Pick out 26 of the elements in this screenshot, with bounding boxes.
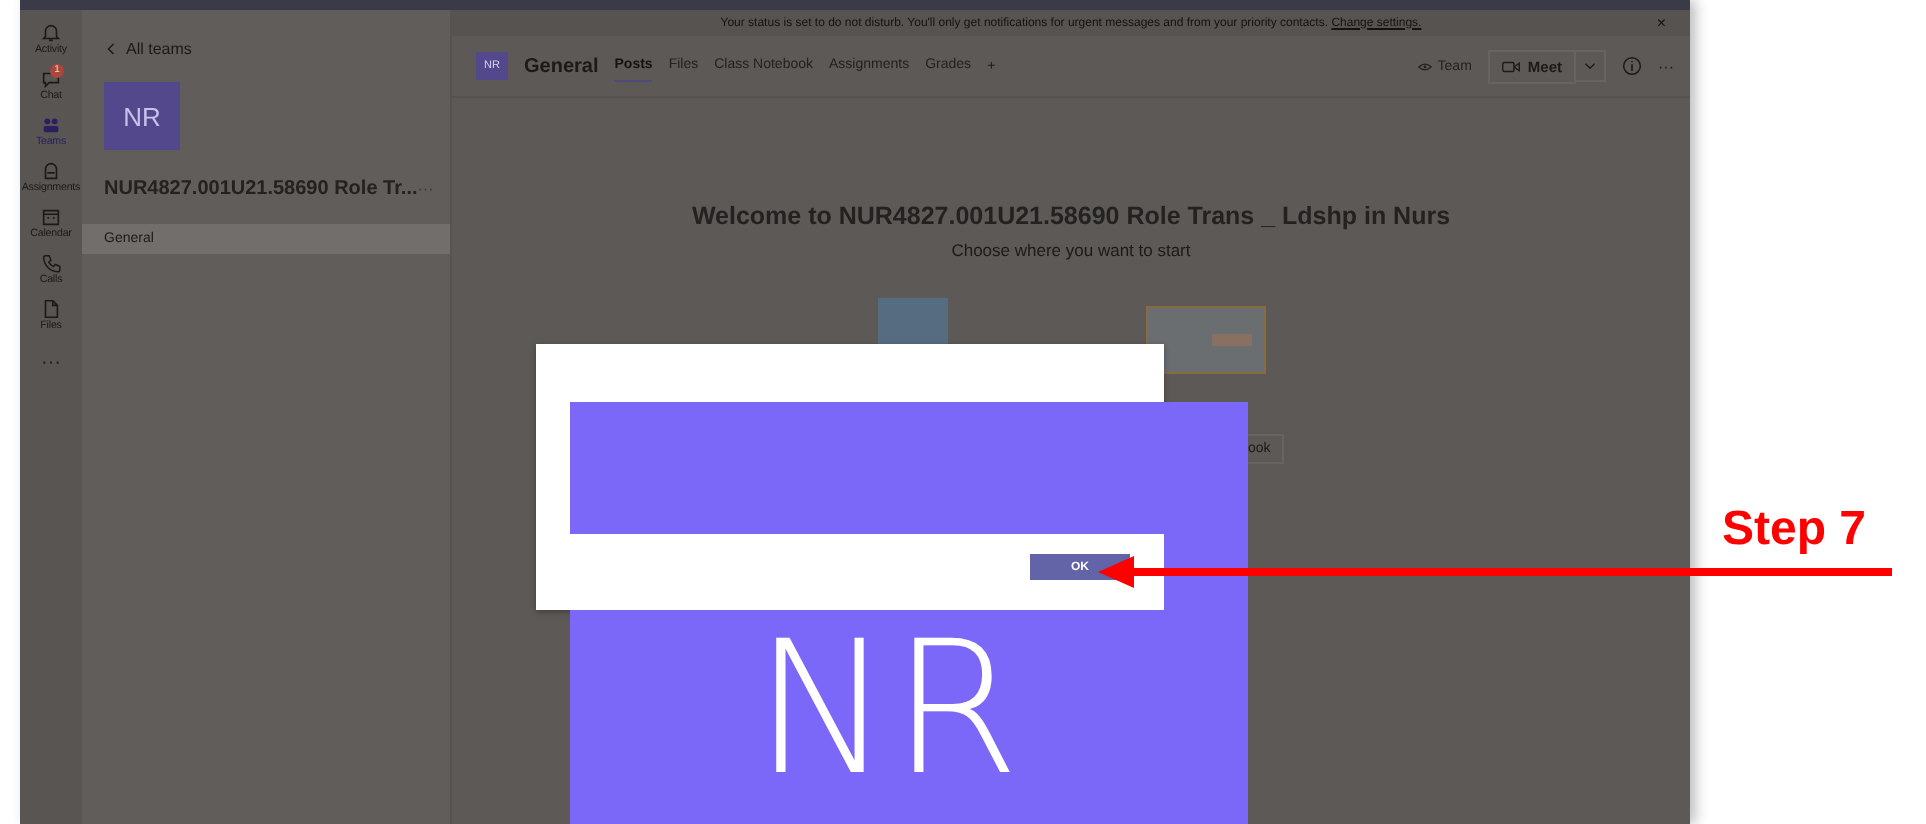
close-button[interactable]: × <box>1656 14 1666 32</box>
more-options-button[interactable]: ··· <box>1658 57 1674 75</box>
bell-icon <box>40 22 62 44</box>
backpack-icon <box>40 160 62 182</box>
team-avatar: NR <box>104 82 180 150</box>
chevron-down-icon <box>1584 62 1596 70</box>
chat-icon <box>40 68 62 90</box>
calendar-icon <box>40 206 62 228</box>
eye-icon <box>1417 61 1432 71</box>
video-camera-icon <box>1501 59 1520 73</box>
back-caret-icon <box>106 42 116 56</box>
avatar-initials: NR <box>754 610 1020 810</box>
welcome-heading: Welcome to NUR4827.001U21.58690 Role Trans _ Ldshp in Nurs <box>691 202 1451 230</box>
all-teams-link[interactable]: All teams <box>82 40 450 58</box>
more-options-button[interactable]: ··· <box>417 180 434 198</box>
notebook-illustration <box>1145 306 1265 374</box>
team-name: NUR4827.001U21.58690 Role Tr... <box>104 178 418 200</box>
welcome-subtitle: Choose where you want to start <box>951 240 1191 260</box>
info-icon[interactable] <box>1622 56 1642 76</box>
step-label: Step 7 <box>1722 502 1867 558</box>
file-icon <box>40 298 62 320</box>
channel-title: General <box>524 55 599 77</box>
phone-icon <box>40 252 62 274</box>
meet-dropdown-button[interactable] <box>1576 50 1606 82</box>
people-icon <box>40 114 62 136</box>
more-apps-button[interactable]: ··· <box>41 352 61 374</box>
